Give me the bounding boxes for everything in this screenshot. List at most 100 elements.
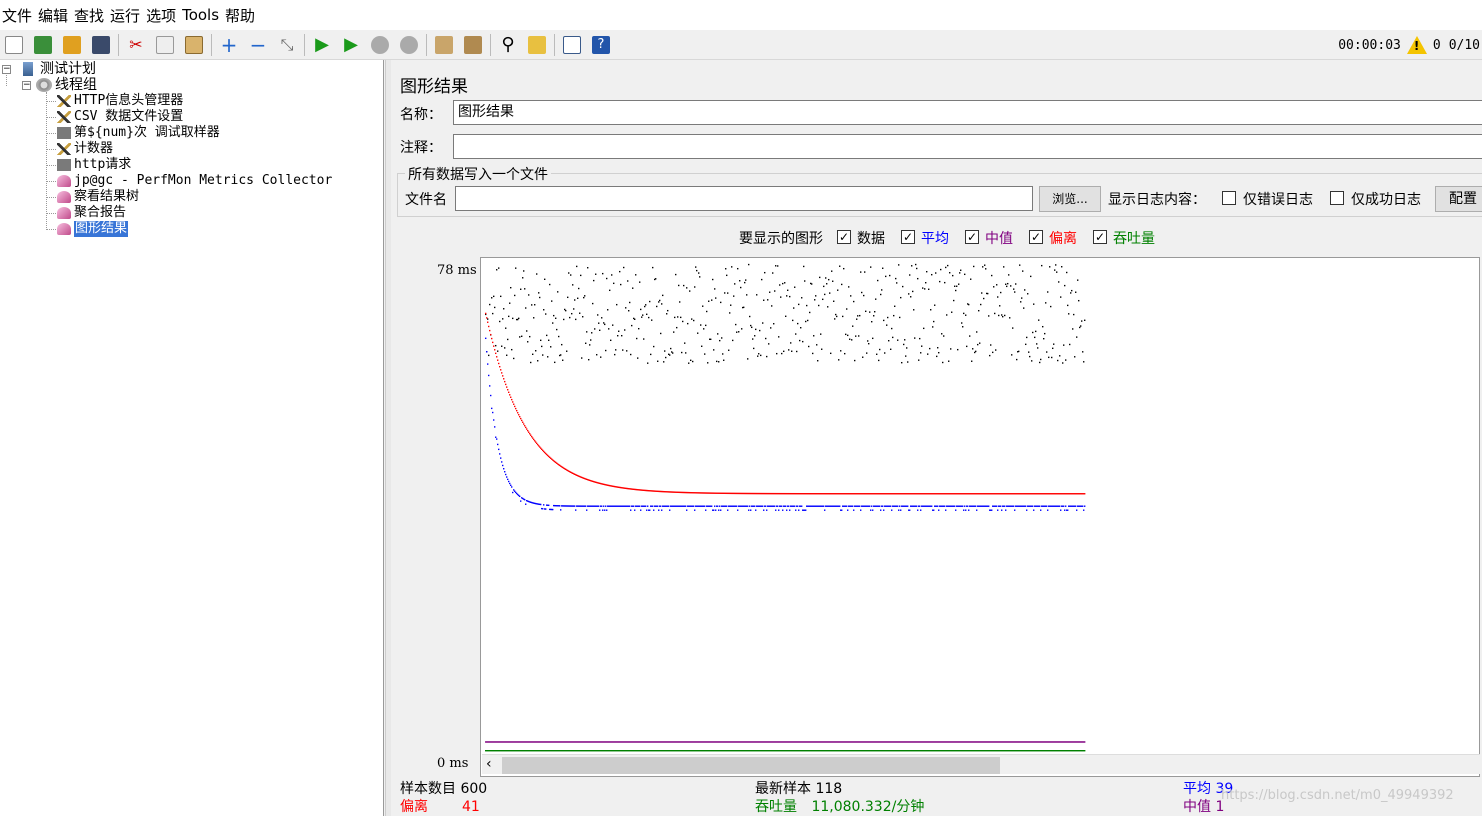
data-point bbox=[613, 282, 615, 285]
data-point bbox=[699, 276, 701, 278]
function-helper-icon[interactable] bbox=[560, 33, 584, 57]
search-icon[interactable]: ⚲ bbox=[496, 33, 520, 57]
reset-search-icon[interactable] bbox=[525, 33, 549, 57]
start-icon[interactable]: ▶ bbox=[310, 33, 334, 57]
data-point bbox=[1082, 351, 1084, 353]
average-point bbox=[486, 351, 488, 353]
clear-icon[interactable] bbox=[432, 33, 456, 57]
tree-item[interactable]: 图形结果 bbox=[57, 221, 129, 237]
configure-button[interactable]: 配置 bbox=[1435, 186, 1482, 212]
copy-icon[interactable] bbox=[153, 33, 177, 57]
start-no-pause-icon[interactable]: ▶ bbox=[339, 33, 363, 57]
browse-button[interactable]: 浏览... bbox=[1039, 186, 1101, 212]
scroll-left-icon[interactable]: ‹ bbox=[486, 756, 492, 772]
tree-item[interactable]: HTTP信息头管理器 bbox=[57, 93, 183, 109]
average-point bbox=[1040, 509, 1042, 511]
data-point bbox=[493, 295, 495, 298]
stop-icon[interactable] bbox=[368, 33, 392, 57]
collapse-group-toggle[interactable]: − bbox=[22, 81, 31, 90]
clear-all-icon[interactable] bbox=[461, 33, 485, 57]
comment-field[interactable] bbox=[453, 134, 1482, 159]
toolbar-separator bbox=[554, 33, 555, 56]
menu-run[interactable]: 运行 bbox=[110, 5, 144, 26]
data-point bbox=[593, 279, 595, 282]
deviation-point bbox=[517, 412, 519, 414]
average-point bbox=[604, 509, 606, 511]
average-point bbox=[499, 453, 501, 455]
filename-field[interactable] bbox=[455, 186, 1033, 211]
log-content-label: 显示日志内容： bbox=[1108, 192, 1206, 208]
data-point bbox=[666, 313, 668, 315]
help-icon[interactable]: ? bbox=[589, 33, 613, 57]
tree-root-node[interactable]: 测试计划 bbox=[20, 61, 96, 77]
graph-option-checkbox[interactable]: ✓ bbox=[1093, 230, 1107, 244]
data-point bbox=[537, 360, 539, 362]
average-point bbox=[713, 509, 715, 511]
menu-edit[interactable]: 编辑 bbox=[38, 5, 72, 26]
y-axis-max-label: 78 ms bbox=[437, 263, 477, 278]
data-point bbox=[910, 296, 912, 298]
collapse-icon[interactable]: − bbox=[246, 33, 270, 57]
graph-option-checkbox[interactable]: ✓ bbox=[901, 230, 915, 244]
tree-item[interactable]: 第${num}次 调试取样器 bbox=[57, 125, 220, 141]
tree-item[interactable]: CSV 数据文件设置 bbox=[57, 109, 183, 125]
data-point bbox=[813, 335, 815, 337]
data-point bbox=[626, 350, 628, 352]
data-point bbox=[848, 286, 850, 288]
menu-help[interactable]: 帮助 bbox=[225, 5, 259, 26]
data-point bbox=[991, 274, 993, 277]
data-point bbox=[825, 277, 827, 279]
cut-icon[interactable]: ✂ bbox=[124, 33, 148, 57]
average-point bbox=[490, 394, 492, 397]
data-point bbox=[741, 328, 743, 330]
tree-item[interactable]: 聚合报告 bbox=[57, 205, 126, 221]
data-point bbox=[840, 350, 842, 352]
graph-option-checkbox[interactable]: ✓ bbox=[837, 230, 851, 244]
average-point bbox=[919, 505, 921, 507]
data-point bbox=[806, 304, 808, 307]
menu-tools[interactable]: Tools bbox=[182, 6, 223, 24]
data-point bbox=[1033, 303, 1035, 305]
success-only-checkbox[interactable] bbox=[1330, 191, 1344, 205]
data-point bbox=[631, 324, 633, 327]
data-point bbox=[1060, 296, 1062, 298]
shutdown-icon[interactable] bbox=[397, 33, 421, 57]
data-point bbox=[628, 310, 630, 312]
graph-option-checkbox[interactable]: ✓ bbox=[965, 230, 979, 244]
warning-icon[interactable] bbox=[1406, 36, 1427, 54]
new-icon[interactable] bbox=[2, 33, 26, 57]
data-point bbox=[499, 320, 501, 323]
data-point bbox=[803, 265, 805, 268]
open-icon[interactable] bbox=[60, 33, 84, 57]
collapse-root-toggle[interactable]: − bbox=[2, 65, 11, 74]
average-point bbox=[860, 509, 862, 511]
save-icon[interactable] bbox=[89, 33, 113, 57]
tree-item[interactable]: jp@gc - PerfMon Metrics Collector bbox=[57, 173, 332, 189]
average-point bbox=[601, 505, 603, 507]
scrollbar-thumb[interactable] bbox=[502, 757, 1000, 774]
paste-icon[interactable] bbox=[182, 33, 206, 57]
average-point bbox=[1063, 505, 1065, 507]
data-point bbox=[889, 274, 891, 277]
average-point bbox=[1075, 505, 1077, 507]
menu-file[interactable]: 文件 bbox=[2, 5, 36, 26]
errors-only-checkbox[interactable] bbox=[1222, 191, 1236, 205]
menu-options[interactable]: 选项 bbox=[146, 5, 180, 26]
toggle-icon[interactable]: ⤡ bbox=[275, 33, 299, 57]
expand-icon[interactable]: + bbox=[217, 33, 241, 57]
graph-horizontal-scrollbar[interactable]: ‹ bbox=[482, 754, 1480, 774]
tree-item[interactable]: 察看结果树 bbox=[57, 189, 139, 205]
toolbar-separator bbox=[426, 33, 427, 56]
tree-item[interactable]: 计数器 bbox=[57, 141, 113, 157]
templates-icon[interactable] bbox=[31, 33, 55, 57]
data-point bbox=[989, 354, 991, 357]
data-point bbox=[834, 318, 836, 320]
menu-search[interactable]: 查找 bbox=[74, 5, 108, 26]
tree-thread-group-node[interactable]: 线程组 bbox=[36, 77, 97, 93]
data-point bbox=[608, 328, 610, 330]
average-point bbox=[575, 509, 577, 511]
name-field[interactable]: 图形结果 bbox=[453, 100, 1482, 125]
data-point bbox=[1080, 325, 1082, 327]
graph-option-checkbox[interactable]: ✓ bbox=[1029, 230, 1043, 244]
tree-item[interactable]: http请求 bbox=[57, 157, 131, 173]
